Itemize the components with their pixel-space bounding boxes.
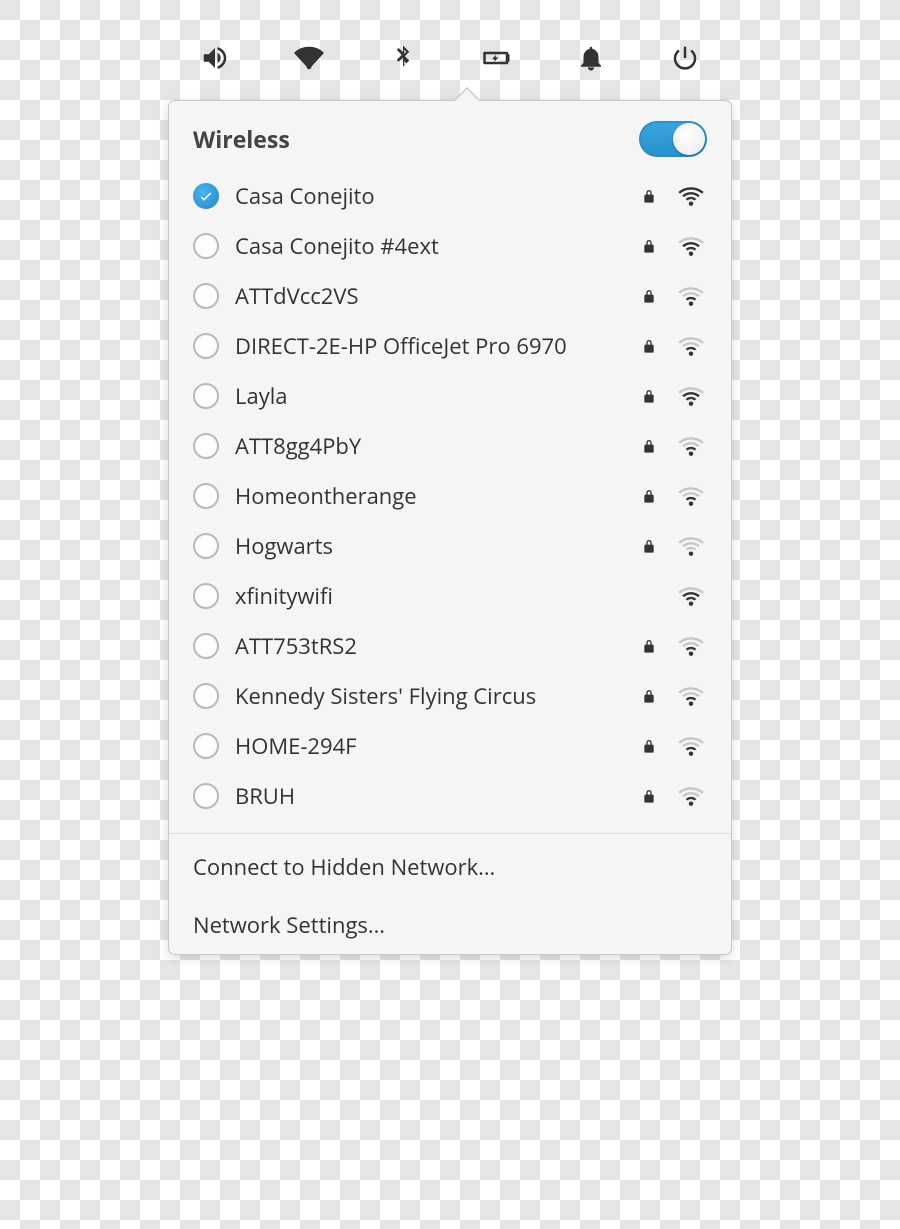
network-ssid: Kennedy Sisters' Flying Circus	[235, 681, 623, 711]
wifi-toggle-knob	[673, 123, 705, 155]
power-icon[interactable]	[667, 40, 703, 76]
popover-arrow	[455, 89, 479, 101]
wifi-signal-icon	[675, 635, 707, 657]
volume-icon[interactable]	[197, 40, 233, 76]
lock-icon	[639, 286, 659, 306]
network-item[interactable]: Kennedy Sisters' Flying Circus	[169, 671, 731, 721]
wifi-signal-icon	[675, 735, 707, 757]
wifi-signal-icon	[675, 785, 707, 807]
notifications-bell-icon[interactable]	[573, 40, 609, 76]
wifi-signal-icon	[675, 535, 707, 557]
network-list: Casa Conejito Casa Conejito #4ext ATTdVc…	[169, 167, 731, 825]
wifi-signal-icon	[675, 335, 707, 357]
wifi-popover: Wireless Casa Conejito Casa Conejito #4e…	[168, 100, 732, 955]
network-ssid: HOME-294F	[235, 731, 623, 761]
radio-icon[interactable]	[193, 633, 219, 659]
radio-icon[interactable]	[193, 483, 219, 509]
network-item[interactable]: xfinitywifi	[169, 571, 731, 621]
wifi-signal-icon	[675, 235, 707, 257]
radio-icon[interactable]	[193, 283, 219, 309]
network-ssid: Casa Conejito	[235, 181, 623, 211]
radio-icon[interactable]	[193, 533, 219, 559]
lock-icon	[639, 686, 659, 706]
lock-icon	[639, 186, 659, 206]
radio-icon[interactable]	[193, 233, 219, 259]
network-item[interactable]: ATTdVcc2VS	[169, 271, 731, 321]
wifi-signal-icon	[675, 285, 707, 307]
radio-icon[interactable]	[193, 683, 219, 709]
radio-icon[interactable]	[193, 583, 219, 609]
system-tray	[0, 40, 900, 76]
network-ssid: xfinitywifi	[235, 581, 623, 611]
network-ssid: BRUH	[235, 781, 623, 811]
wifi-toggle[interactable]	[639, 121, 707, 157]
network-item[interactable]: Homeontherange	[169, 471, 731, 521]
network-item[interactable]: Hogwarts	[169, 521, 731, 571]
wifi-signal-icon	[675, 585, 707, 607]
wifi-signal-icon	[675, 485, 707, 507]
network-item[interactable]: BRUH	[169, 771, 731, 821]
battery-charging-icon[interactable]	[479, 40, 515, 76]
lock-icon	[639, 636, 659, 656]
network-item[interactable]: DIRECT-2E-HP OfficeJet Pro 6970	[169, 321, 731, 371]
radio-icon[interactable]	[193, 783, 219, 809]
lock-icon	[639, 336, 659, 356]
radio-icon[interactable]	[193, 733, 219, 759]
radio-selected-icon[interactable]	[193, 183, 219, 209]
network-ssid: Casa Conejito #4ext	[235, 231, 623, 261]
connect-hidden-network-button[interactable]: Connect to Hidden Network…	[169, 838, 731, 896]
lock-icon	[639, 736, 659, 756]
lock-icon	[639, 486, 659, 506]
lock-icon	[639, 786, 659, 806]
network-item[interactable]: Casa Conejito #4ext	[169, 221, 731, 271]
radio-icon[interactable]	[193, 333, 219, 359]
wifi-signal-icon	[675, 185, 707, 207]
network-ssid: Hogwarts	[235, 531, 623, 561]
wifi-signal-icon	[675, 685, 707, 707]
separator	[169, 833, 731, 834]
network-item[interactable]: ATT753tRS2	[169, 621, 731, 671]
network-ssid: ATTdVcc2VS	[235, 281, 623, 311]
network-ssid: Layla	[235, 381, 623, 411]
wifi-icon[interactable]	[291, 40, 327, 76]
wifi-popover-panel: Wireless Casa Conejito Casa Conejito #4e…	[168, 100, 732, 955]
network-ssid: ATT753tRS2	[235, 631, 623, 661]
lock-icon	[639, 386, 659, 406]
network-ssid: DIRECT-2E-HP OfficeJet Pro 6970	[235, 331, 623, 361]
network-item[interactable]: ATT8gg4PbY	[169, 421, 731, 471]
network-ssid: Homeontherange	[235, 481, 623, 511]
network-item[interactable]: Layla	[169, 371, 731, 421]
lock-icon	[639, 236, 659, 256]
network-settings-button[interactable]: Network Settings…	[169, 896, 731, 954]
network-item[interactable]: Casa Conejito	[169, 171, 731, 221]
lock-icon	[639, 436, 659, 456]
network-item[interactable]: HOME-294F	[169, 721, 731, 771]
lock-icon	[639, 536, 659, 556]
wifi-signal-icon	[675, 435, 707, 457]
bluetooth-icon[interactable]	[385, 40, 421, 76]
radio-icon[interactable]	[193, 383, 219, 409]
network-ssid: ATT8gg4PbY	[235, 431, 623, 461]
radio-icon[interactable]	[193, 433, 219, 459]
popover-header: Wireless	[169, 101, 731, 167]
wifi-signal-icon	[675, 385, 707, 407]
wireless-title: Wireless	[193, 123, 290, 155]
